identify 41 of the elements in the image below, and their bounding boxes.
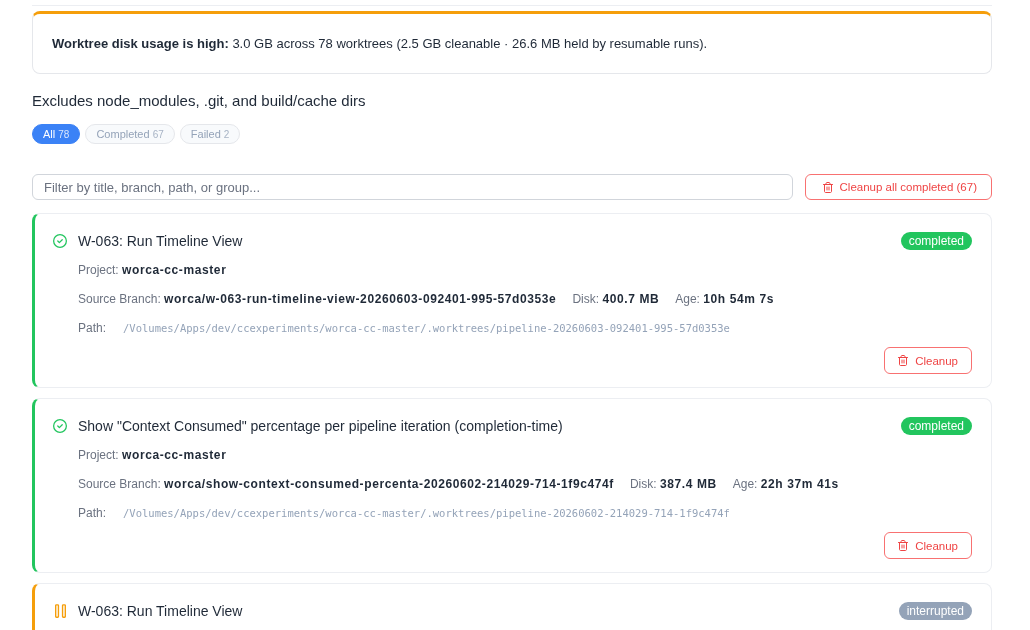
excludes-note: Excludes node_modules, .git, and build/cache dirs [32,91,367,111]
status-badge: interrupted [898,601,972,620]
field-label: Age: [675,291,700,306]
check-circle-icon [53,233,67,248]
field-label: Source Branch: [78,291,161,306]
filter-chip[interactable]: Failed 2 [179,124,241,144]
field-label: Project: [78,447,119,462]
field-value: 22h 37m 41s [760,476,839,491]
cleanup-all-button[interactable]: Cleanup all completed (67) [804,174,992,200]
field-value: worca/show-context-consumed-percenta-20260602-214029-714-1f9c474f [164,476,614,491]
cleanup-button[interactable]: Cleanup [884,532,972,559]
field-label: Path: [78,320,107,335]
warning-message: Worktree disk usage is high: 3.0 GB across 78 worktrees (2.5 GB cleanable · 26.6 MB held by resumable runs). [52,34,708,53]
filter-chip[interactable]: All 78 [32,124,81,144]
search-field[interactable]: Filter by title, branch, path, or group... [32,174,793,200]
cleanup-button[interactable]: Cleanup [884,347,972,374]
path-value: /Volumes/Apps/dev/ccexperiments/worca-cc-master/.worktrees/pipeline-20260603-092401-995-57d0353e [123,321,730,334]
trash-icon [898,540,909,551]
status-badge: completed [900,231,972,250]
field-value: 400.7 MB [602,291,660,306]
check-circle-icon [53,418,67,433]
worktree-title: W-063: Run Timeline View [78,232,243,249]
field-label: Age: [732,476,758,491]
filter-chip[interactable]: Completed 67 [85,124,175,144]
path-value: /Volumes/Apps/dev/ccexperiments/worca-cc-master/.worktrees/pipeline-20260602-214029-714-1f9c474f [123,506,730,519]
field-label: Project: [78,262,119,277]
field-label: Disk: [629,476,657,491]
pause-icon [55,603,66,618]
field-label: Disk: [572,291,600,306]
field-value: 10h 54m 7s [703,291,774,306]
field-value: worca-cc-master [122,262,227,277]
trash-icon [822,181,833,193]
field-value: worca/w-063-run-timeline-view-20260603-092401-995-57d0353e [164,291,557,306]
field-label: Source Branch: [78,476,161,491]
trash-icon [898,355,909,366]
field-label: Path: [78,505,107,520]
status-badge: completed [900,416,972,435]
field-value: worca-cc-master [122,447,227,462]
worktree-title: Show "Context Consumed" percentage per pipeline iteration (completion-time) [78,417,563,434]
worktree-title: W-063: Run Timeline View [78,602,243,619]
field-value: 387.4 MB [659,476,717,491]
